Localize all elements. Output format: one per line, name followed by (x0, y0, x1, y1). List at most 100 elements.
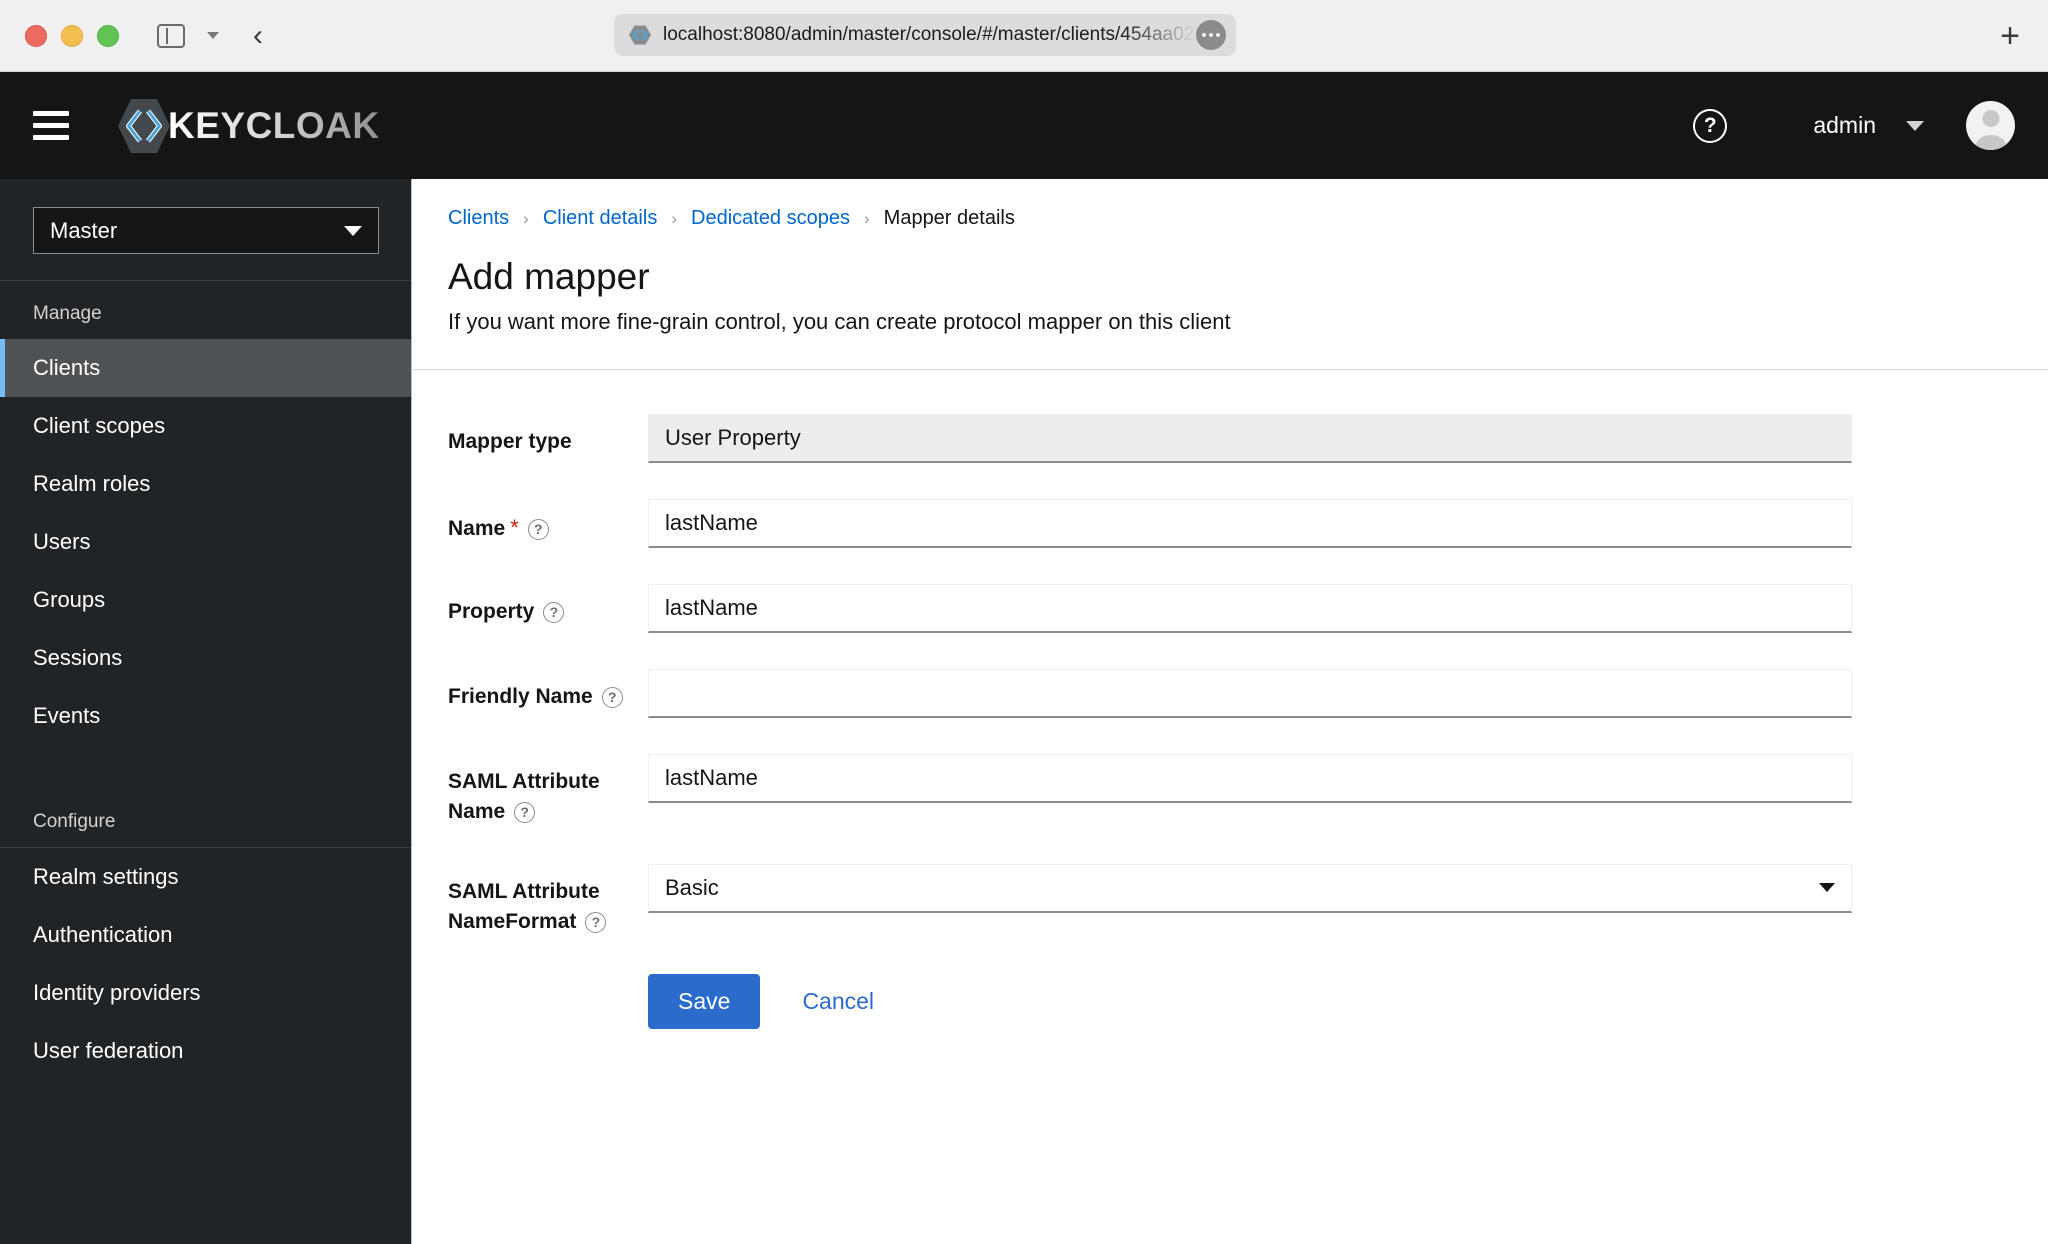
sidebar-item-realm-settings[interactable]: Realm settings (0, 848, 411, 906)
sidebar-item-label: Sessions (33, 645, 123, 670)
main-content: Clients › Client details › Dedicated sco… (413, 179, 2048, 1244)
chevron-down-icon[interactable] (207, 32, 219, 39)
label-text: Mapper type (448, 430, 572, 453)
sidebar-item-label: Authentication (33, 922, 173, 947)
page-header: Clients › Client details › Dedicated sco… (413, 179, 2048, 335)
close-window-button[interactable] (25, 24, 47, 47)
sidebar-item-events[interactable]: Events (0, 687, 411, 745)
realm-selector-label: Master (50, 217, 118, 243)
keycloak-logo[interactable]: KEYCLOAK (117, 97, 380, 155)
sidebar-item-realm-roles[interactable]: Realm roles (0, 455, 411, 513)
sidebar-item-label: Client scopes (33, 413, 166, 438)
sidebar-item-clients[interactable]: Clients (0, 339, 411, 397)
label-text: Name (448, 517, 506, 540)
browser-toolbar: ‹ (157, 20, 263, 51)
help-icon[interactable]: ? (585, 911, 607, 933)
cancel-button[interactable]: Cancel (802, 988, 874, 1015)
sidebar-item-label: User federation (33, 1038, 184, 1063)
breadcrumb-item-dedicated-scopes[interactable]: Dedicated scopes (691, 207, 850, 230)
friendly-name-label: Friendly Name? (448, 669, 648, 718)
friendly-name-control (648, 669, 1852, 718)
save-button[interactable]: Save (648, 973, 761, 1029)
form-row-saml-attribute-nameformat: SAML Attribute NameFormat? Basic (448, 863, 2048, 938)
avatar[interactable] (1966, 101, 2015, 150)
chevron-down-icon (344, 225, 362, 236)
browser-chrome: ‹ localhost:8080/admin/master/console/#/… (0, 0, 2048, 72)
window-controls (25, 24, 119, 47)
sidebar-item-authentication[interactable]: Authentication (0, 906, 411, 964)
form-row-saml-attribute-name: SAML Attribute Name? (448, 754, 2048, 828)
saml-attribute-name-label: SAML Attribute Name? (448, 754, 648, 828)
sidebar-item-client-scopes[interactable]: Client scopes (0, 397, 411, 455)
help-icon[interactable]: ? (543, 601, 565, 623)
new-tab-button[interactable]: + (2000, 19, 2020, 53)
hamburger-icon[interactable] (33, 111, 69, 140)
minimize-window-button[interactable] (61, 24, 83, 47)
name-label: Name *? (448, 499, 648, 548)
help-icon[interactable]: ? (601, 686, 623, 708)
required-marker: * (510, 515, 519, 540)
page-menu-icon[interactable] (1196, 20, 1226, 50)
sidebar-item-groups[interactable]: Groups (0, 571, 411, 629)
sidebar-item-label: Events (33, 703, 101, 728)
sidebar-item-label: Identity providers (33, 980, 201, 1005)
sidebar-item-identity-providers[interactable]: Identity providers (0, 964, 411, 1022)
keycloak-hex-icon (117, 97, 171, 155)
saml-attribute-name-control (648, 754, 1852, 828)
property-control (648, 584, 1852, 633)
help-icon[interactable]: ? (527, 518, 549, 540)
breadcrumb-item-clients[interactable]: Clients (448, 207, 509, 230)
nav-section-manage-title: Manage (33, 303, 102, 324)
saml-attribute-nameformat-control: Basic (648, 863, 1852, 938)
url-text[interactable]: localhost:8080/admin/master/console/#/ma… (663, 24, 1196, 46)
select-value: Basic (665, 874, 719, 900)
form-actions: Save Cancel (448, 973, 2048, 1029)
sidebar-item-label: Users (33, 529, 91, 554)
nav-section-configure-title: Configure (33, 811, 116, 832)
name-input[interactable] (648, 499, 1852, 548)
sidebar-item-label: Realm settings (33, 864, 179, 889)
add-mapper-form: Mapper type Name*? Property? (413, 370, 2048, 1029)
page-title: Add mapper (448, 256, 650, 297)
help-icon[interactable]: ? (1693, 108, 1728, 143)
user-menu-label[interactable]: admin (1813, 112, 1876, 139)
form-row-mapper-type: Mapper type (448, 414, 2048, 463)
chevron-down-icon[interactable] (1906, 120, 1924, 131)
breadcrumb-separator-icon: › (671, 208, 677, 228)
breadcrumb-item-client-details[interactable]: Client details (543, 207, 658, 230)
sidebar-item-label: Clients (33, 355, 101, 380)
saml-attribute-nameformat-select[interactable]: Basic (648, 863, 1852, 913)
breadcrumb-separator-icon: › (863, 208, 870, 228)
mapper-type-label: Mapper type (448, 414, 648, 463)
friendly-name-input[interactable] (648, 669, 1852, 718)
property-input[interactable] (648, 584, 1852, 633)
sidebar-item-user-federation[interactable]: User federation (0, 1022, 411, 1080)
keycloak-wordmark: KEYCLOAK (168, 104, 380, 146)
saml-attribute-nameformat-label: SAML Attribute NameFormat? (448, 864, 648, 938)
chevron-down-icon (1819, 883, 1835, 893)
name-control (648, 499, 1852, 548)
form-row-property: Property? (448, 584, 2048, 633)
realm-selector-wrapper: Master (0, 179, 411, 280)
sidebar-item-sessions[interactable]: Sessions (0, 629, 411, 687)
label-text: Property (448, 600, 535, 623)
keycloak-favicon-icon (629, 24, 651, 46)
zoom-window-button[interactable] (97, 24, 119, 47)
form-row-friendly-name: Friendly Name? (448, 669, 2048, 718)
breadcrumb-item-mapper-details: Mapper details (883, 207, 1015, 229)
label-text: SAML Attribute NameFormat (448, 879, 600, 934)
masthead-actions: ? admin (1693, 101, 2048, 150)
saml-attribute-name-input[interactable] (648, 754, 1852, 803)
sidebar-toggle-icon[interactable] (157, 23, 185, 48)
address-bar[interactable]: localhost:8080/admin/master/console/#/ma… (614, 14, 1236, 56)
realm-selector[interactable]: Master (33, 207, 379, 254)
mapper-type-control (648, 414, 1852, 463)
back-chevron-icon[interactable]: ‹ (253, 20, 263, 51)
breadcrumb: Clients › Client details › Dedicated sco… (448, 207, 2048, 230)
page-subtitle: If you want more fine-grain control, you… (448, 309, 1231, 334)
property-label: Property? (448, 584, 648, 633)
breadcrumb-separator-icon: › (523, 208, 529, 228)
help-icon[interactable]: ? (514, 802, 536, 824)
sidebar-item-users[interactable]: Users (0, 513, 411, 571)
